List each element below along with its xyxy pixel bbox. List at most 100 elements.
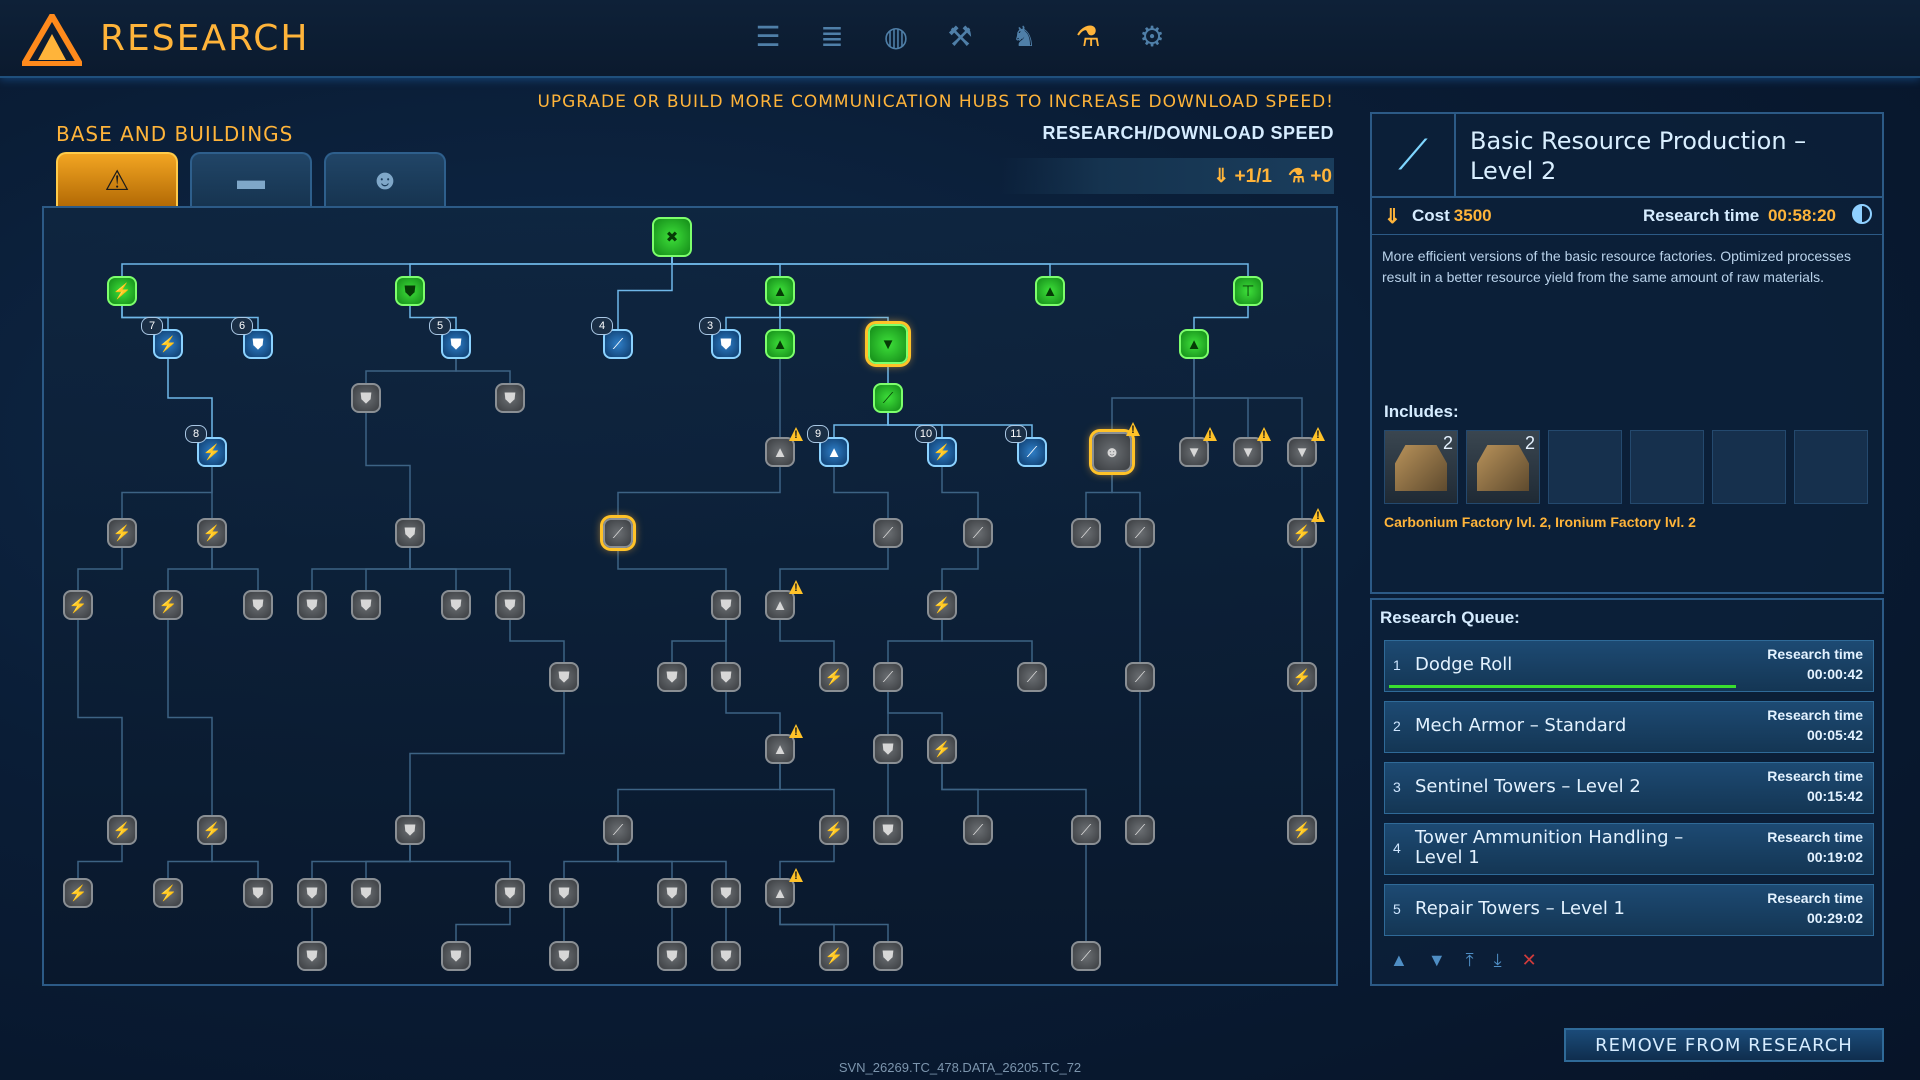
research-node-shield[interactable]: ⛊ [711, 590, 741, 620]
research-node-shield[interactable]: ⛊ [549, 878, 579, 908]
research-node-bolt[interactable]: ⚡ [107, 518, 137, 548]
research-node-tri[interactable]: ▲! [765, 427, 803, 467]
research-node-tri[interactable]: ▲! [765, 580, 803, 620]
research-node-shield[interactable]: ⛊ [351, 590, 381, 620]
research-node-wrench[interactable]: ⟋ [1125, 815, 1155, 845]
research-node-wrench[interactable]: ⟋ [1071, 815, 1101, 845]
research-node-shield[interactable]: ⛊ [711, 941, 741, 971]
research-node-shield[interactable]: ⛊ [657, 662, 687, 692]
research-node-wrench[interactable]: ⟋ [1125, 518, 1155, 548]
queue-item[interactable]: 4 Tower Ammunition Handling – Level 1 Resea… [1384, 823, 1874, 875]
research-node-wrench[interactable]: ⟋ [1071, 518, 1101, 548]
research-node-wrench[interactable]: ⟋ [603, 518, 633, 548]
move-top-icon[interactable]: ⤒ [1466, 950, 1474, 971]
research-node-shield[interactable]: ⛊ [351, 383, 381, 413]
research-node-tri[interactable]: ▲ 9 [807, 425, 849, 467]
research-node-bolt[interactable]: ⚡ 7 [141, 317, 183, 359]
research-node-shield[interactable]: ⛊ [549, 941, 579, 971]
research-node-wrench[interactable]: ⟋ [603, 815, 633, 845]
queue-item[interactable]: 5 Repair Towers – Level 1 Research time 00:… [1384, 884, 1874, 936]
research-node-shield[interactable]: ⛊ [395, 276, 425, 306]
research-node-shield[interactable]: ⛊ [297, 941, 327, 971]
research-node-wrench[interactable]: ⟋ 11 [1005, 425, 1047, 467]
included-building[interactable]: 2 [1384, 430, 1458, 504]
research-node-shield[interactable]: ⛊ [873, 734, 903, 764]
research-node-shield[interactable]: ⛊ [395, 518, 425, 548]
research-node-tri[interactable]: ▲ [765, 329, 795, 359]
move-bottom-icon[interactable]: ⤓ [1494, 950, 1502, 971]
research-node-wrench[interactable]: ⟋ [1017, 662, 1047, 692]
queue-item[interactable]: 3 Sentinel Towers – Level 2 Research time 0… [1384, 762, 1874, 814]
research-node-shield[interactable]: ⛊ [873, 941, 903, 971]
research-node-bolt[interactable]: ⚡ [63, 590, 93, 620]
research-node-shield[interactable]: ⛊ 6 [231, 317, 273, 359]
research-node-shield[interactable]: ⛊ [495, 590, 525, 620]
queue-item[interactable]: 2 Mech Armor – Standard Research time 00:05… [1384, 701, 1874, 753]
research-node-bolt[interactable]: ⚡ [197, 518, 227, 548]
research-node-shield[interactable]: ⛊ [351, 878, 381, 908]
research-node-tools[interactable]: ✖ [652, 217, 692, 257]
tab-buildings[interactable]: ⚠ [56, 152, 178, 206]
research-node-shield[interactable]: ⛊ [549, 662, 579, 692]
research-node-wrench[interactable]: ⟋ 4 [591, 317, 633, 359]
research-node-shield[interactable]: ⛊ [495, 878, 525, 908]
remove-icon[interactable]: ✕ [1522, 950, 1537, 971]
research-node-paint[interactable]: ⊤ [1233, 276, 1263, 306]
research-node-shield[interactable]: ⛊ [297, 590, 327, 620]
tab-weapons[interactable]: ▬ [190, 152, 312, 206]
research-node-bolt[interactable]: ⚡ 8 [185, 425, 227, 467]
research-node-bolt[interactable]: ⚡ [153, 590, 183, 620]
research-node-wrench[interactable]: ⟋ [963, 518, 993, 548]
research-node-bolt[interactable]: ⚡ [819, 662, 849, 692]
research-node-bolt[interactable]: ⚡ [107, 276, 137, 306]
research-node-shield[interactable]: ⛊ [711, 662, 741, 692]
research-node-tri[interactable]: ▲ [1035, 276, 1065, 306]
research-node-wrench[interactable]: ⟋ [873, 662, 903, 692]
research-node-bolt[interactable]: ⚡ 10 [915, 425, 957, 467]
research-node-bolt[interactable]: ⚡ [107, 815, 137, 845]
tab-aliens[interactable]: ☻ [324, 152, 446, 206]
research-node-shield[interactable]: ⛊ 5 [429, 317, 471, 359]
research-node-bolt[interactable]: ⚡ [819, 941, 849, 971]
nav-gear-icon[interactable]: ⚙ [1132, 16, 1172, 56]
research-node-bolt[interactable]: ⚡! [1287, 508, 1325, 548]
research-node-mine[interactable]: ▼! [1233, 427, 1271, 467]
research-node-wrench[interactable]: ⟋ [873, 518, 903, 548]
research-node-wrench[interactable]: ⟋ [1125, 662, 1155, 692]
research-node-bolt[interactable]: ⚡ [927, 590, 957, 620]
nav-creature-icon[interactable]: ♞ [1004, 16, 1044, 56]
research-node-shield[interactable]: ⛊ [657, 878, 687, 908]
included-building[interactable]: 2 [1466, 430, 1540, 504]
research-node-bolt[interactable]: ⚡ [1287, 662, 1317, 692]
research-node-alien[interactable]: ☻! [1092, 422, 1140, 472]
research-node-tri[interactable]: ▲! [765, 724, 803, 764]
research-node-shield[interactable]: ⛊ [395, 815, 425, 845]
research-node-bolt[interactable]: ⚡ [1287, 815, 1317, 845]
remove-from-research-button[interactable]: REMOVE FROM RESEARCH [1564, 1028, 1884, 1062]
nav-list-icon[interactable]: ☰ [748, 16, 788, 56]
research-node-shield[interactable]: ⛊ [873, 815, 903, 845]
research-node-bolt[interactable]: ⚡ [63, 878, 93, 908]
research-node-shield[interactable]: ⛊ [441, 941, 471, 971]
research-node-wrench[interactable]: ⟋ [1071, 941, 1101, 971]
research-node-shield[interactable]: ⛊ [711, 878, 741, 908]
move-up-icon[interactable]: ▲ [1390, 950, 1408, 971]
research-node-mine[interactable]: ▼! [1179, 427, 1217, 467]
research-node-shield[interactable]: ⛊ [297, 878, 327, 908]
research-node-shield[interactable]: ⛊ [495, 383, 525, 413]
research-node-bolt[interactable]: ⚡ [819, 815, 849, 845]
research-node-wrench[interactable]: ⟋ [873, 383, 903, 413]
research-node-shield[interactable]: ⛊ [243, 590, 273, 620]
research-node-tri[interactable]: ▲ [765, 276, 795, 306]
research-node-wrench[interactable]: ⟋ [963, 815, 993, 845]
nav-database-icon[interactable]: ≣ [812, 16, 852, 56]
research-node-shield[interactable]: ⛊ [441, 590, 471, 620]
nav-tools-icon[interactable]: ⚒ [940, 16, 980, 56]
research-node-mine[interactable]: ▼! [1287, 427, 1325, 467]
research-node-bolt[interactable]: ⚡ [153, 878, 183, 908]
research-node-bolt[interactable]: ⚡ [927, 734, 957, 764]
research-node-shield[interactable]: ⛊ 3 [699, 317, 741, 359]
research-node-mine[interactable]: ▼ [868, 324, 908, 364]
research-node-shield[interactable]: ⛊ [243, 878, 273, 908]
queue-item[interactable]: 1 Dodge Roll Research time 00:00:42 [1384, 640, 1874, 692]
